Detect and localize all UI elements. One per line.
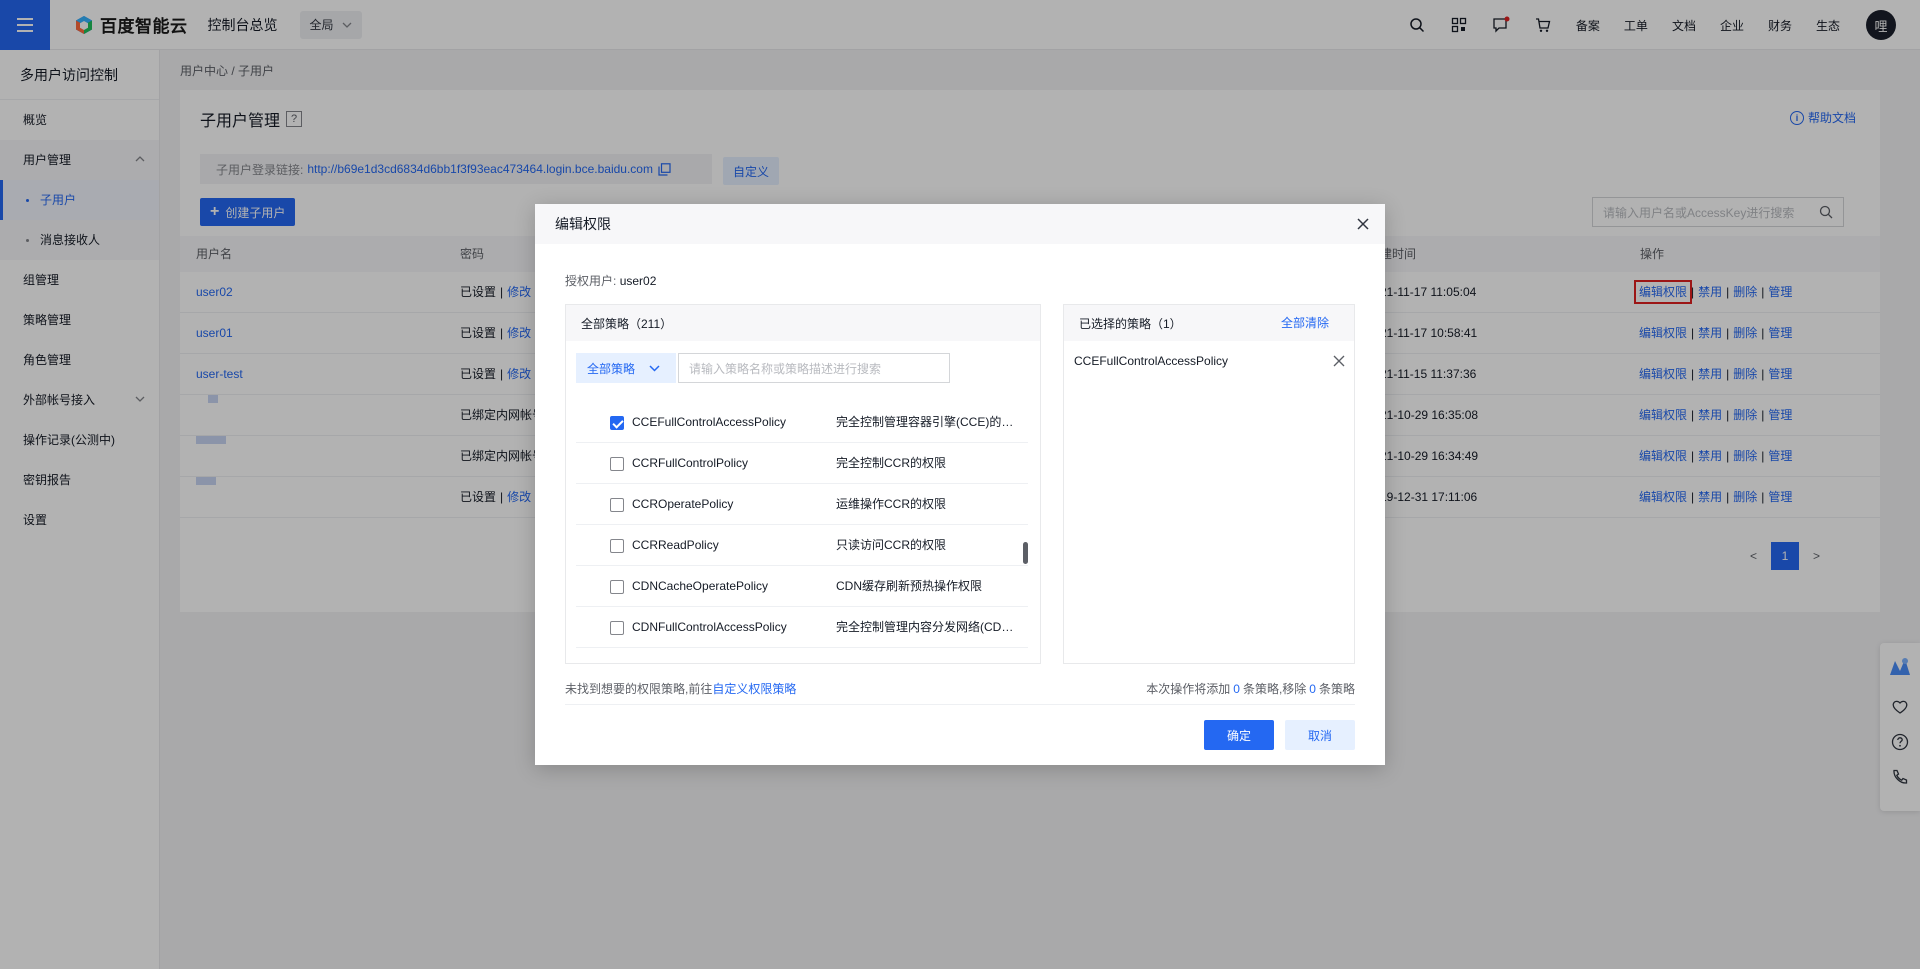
- close-icon[interactable]: [1332, 354, 1346, 368]
- authorized-user: 授权用户: user02: [565, 272, 656, 289]
- selected-policies-panel: 已选择的策略（1） 全部清除 CCEFullControlAccessPolic…: [1063, 304, 1355, 664]
- policy-description: 完全控制管理内容分发网络(CDN)的权限: [836, 620, 1014, 634]
- policy-checkbox[interactable]: [610, 580, 624, 594]
- policy-filter-row: 全部策略 请输入策略名称或策略描述进行搜索: [576, 353, 950, 383]
- policy-list: CCEFullControlAccessPolicy 完全控制管理容器引擎(CC…: [576, 402, 1028, 648]
- policy-search-placeholder: 请输入策略名称或策略描述进行搜索: [689, 361, 882, 376]
- operation-summary: 本次操作将添加 0 条策略,移除 0 条策略: [1146, 680, 1355, 697]
- policy-list-scrollbar[interactable]: [1023, 542, 1028, 564]
- summary-prefix: 本次操作将添加: [1146, 682, 1231, 696]
- custom-policy-link[interactable]: 自定义权限策略: [712, 682, 796, 696]
- policy-search-input[interactable]: 请输入策略名称或策略描述进行搜索: [678, 353, 950, 383]
- policy-name: CCRReadPolicy: [632, 538, 719, 552]
- all-policies-header: 全部策略（211）: [566, 305, 1040, 341]
- policy-name: CDNCacheOperatePolicy: [632, 579, 769, 593]
- list-item[interactable]: CDNCacheOperatePolicy CDN缓存刷新预热操作权限: [576, 566, 1028, 607]
- add-count: 0: [1233, 682, 1240, 696]
- selected-policy-item: CCEFullControlAccessPolicy: [1074, 349, 1346, 373]
- authorized-user-label: 授权用户:: [565, 274, 617, 288]
- policy-checkbox[interactable]: [610, 539, 624, 553]
- policy-type-select[interactable]: 全部策略: [576, 353, 676, 383]
- clear-all-link[interactable]: 全部清除: [1281, 305, 1329, 341]
- remove-count: 0: [1309, 682, 1316, 696]
- confirm-button[interactable]: 确定: [1204, 720, 1274, 750]
- policy-checkbox[interactable]: [610, 457, 624, 471]
- list-item[interactable]: CCRFullControlPolicy 完全控制CCR的权限: [576, 443, 1028, 484]
- list-item[interactable]: CCRReadPolicy 只读访问CCR的权限: [576, 525, 1028, 566]
- custom-policy-hint-text: 未找到想要的权限策略,前往: [565, 682, 713, 696]
- all-policies-panel: 全部策略（211） 全部策略 请输入策略名称或策略描述进行搜索 CCEFullC…: [565, 304, 1041, 664]
- list-item[interactable]: CDNFullControlAccessPolicy 完全控制管理内容分发网络(…: [576, 607, 1028, 648]
- summary-suffix: 条策略: [1318, 682, 1355, 696]
- policy-checkbox[interactable]: [610, 498, 624, 512]
- list-item[interactable]: CCEFullControlAccessPolicy 完全控制管理容器引擎(CC…: [576, 402, 1028, 443]
- list-item[interactable]: CCROperatePolicy 运维操作CCR的权限: [576, 484, 1028, 525]
- policy-name: CCROperatePolicy: [632, 497, 734, 511]
- policy-description: CDN缓存刷新预热操作权限: [836, 579, 982, 593]
- policy-description: 完全控制管理容器引擎(CCE)的权限: [836, 415, 1014, 429]
- policy-checkbox[interactable]: [610, 416, 624, 430]
- selected-policy-name: CCEFullControlAccessPolicy: [1074, 354, 1229, 368]
- authorized-user-name: user02: [619, 274, 657, 288]
- policy-description: 只读访问CCR的权限: [836, 538, 946, 552]
- summary-middle: 条策略,移除: [1242, 682, 1307, 696]
- edit-permission-dialog: 编辑权限 授权用户: user02 全部策略（211） 全部策略 请输入策略名称…: [535, 204, 1385, 765]
- selected-policies-title: 已选择的策略（1）: [1079, 316, 1182, 331]
- policy-name: CDNFullControlAccessPolicy: [632, 620, 787, 634]
- selected-policies-header: 已选择的策略（1） 全部清除: [1064, 305, 1354, 341]
- cancel-button[interactable]: 取消: [1285, 720, 1355, 750]
- dialog-header: 编辑权限: [535, 204, 1385, 244]
- policy-type-label: 全部策略: [587, 361, 636, 376]
- policy-description: 运维操作CCR的权限: [836, 497, 946, 511]
- dialog-title: 编辑权限: [555, 216, 611, 232]
- policy-name: CCEFullControlAccessPolicy: [632, 415, 787, 429]
- policy-description: 完全控制CCR的权限: [836, 456, 946, 470]
- custom-policy-hint: 未找到想要的权限策略,前往自定义权限策略: [565, 680, 796, 697]
- divider: [565, 704, 1355, 705]
- chevron-down-icon: [649, 364, 660, 372]
- policy-checkbox[interactable]: [610, 621, 624, 635]
- close-icon[interactable]: [1355, 216, 1371, 232]
- policy-name: CCRFullControlPolicy: [632, 456, 749, 470]
